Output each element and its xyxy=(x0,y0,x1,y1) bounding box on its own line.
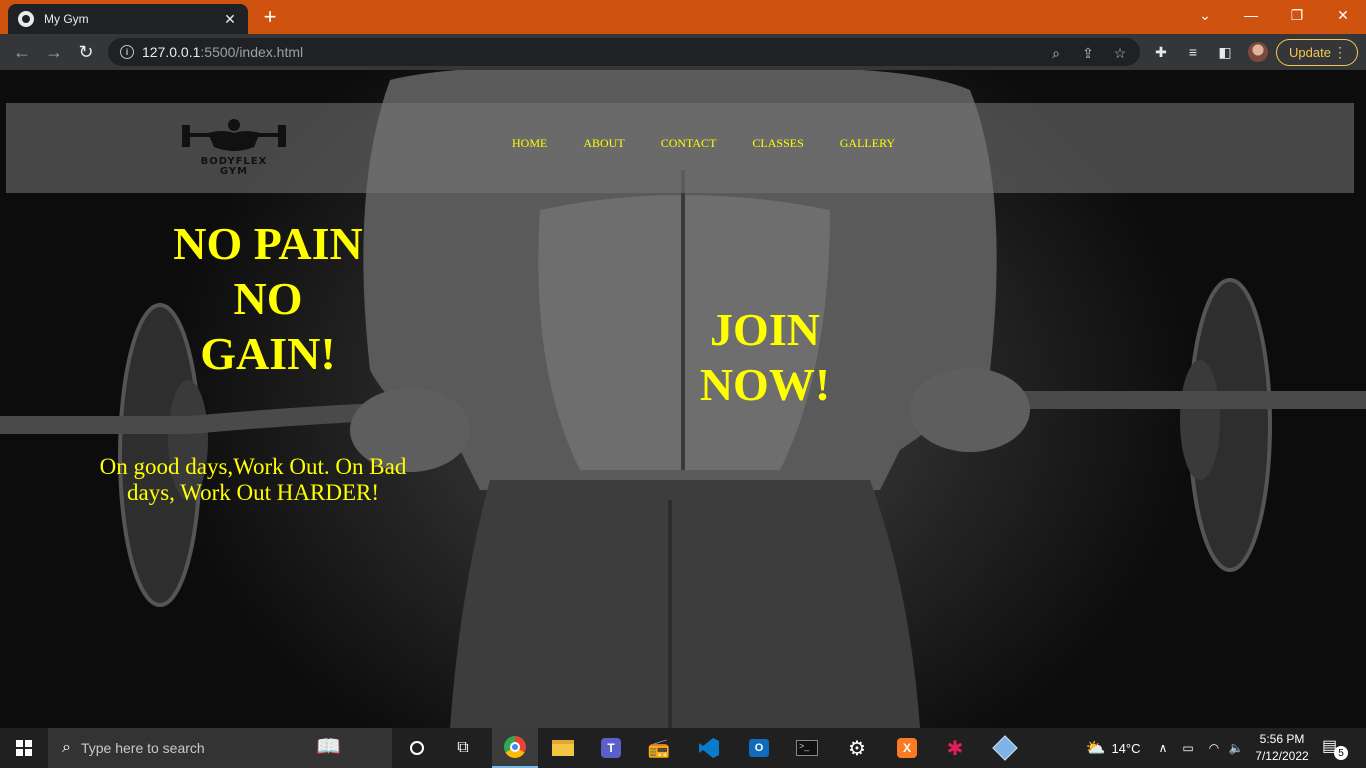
weather-cloud-sun-icon: ⛅ xyxy=(1085,740,1106,757)
browser-toolbar: ← → ↻ i 127.0.0.1:5500/index.html ⌕ ⇪ ☆ … xyxy=(0,34,1366,70)
gym-logo[interactable]: BODYFLEX GYM xyxy=(178,115,290,185)
radio-app-icon[interactable]: 📻 xyxy=(636,728,682,768)
slack-icon[interactable]: ✱ xyxy=(932,728,978,768)
search-icon: ⌕ xyxy=(62,739,71,756)
search-highlight-icon: 📖 xyxy=(316,736,341,758)
gym-hero-page: BODYFLEX GYM HOME ABOUT CONTACT CLASSES … xyxy=(0,70,1366,728)
nav-about-link[interactable]: ABOUT xyxy=(583,136,624,151)
site-info-icon[interactable]: i xyxy=(120,45,134,59)
search-placeholder: Type here to search xyxy=(80,740,205,756)
outlook-icon[interactable]: O xyxy=(736,728,782,768)
teams-icon[interactable]: T xyxy=(588,728,634,768)
browser-title-bar: My Gym ✕ + ⌄ — ❐ ✕ xyxy=(0,0,1366,34)
start-button[interactable] xyxy=(0,728,48,768)
tab-close-icon[interactable]: ✕ xyxy=(222,11,238,28)
reload-icon[interactable]: ↻ xyxy=(74,40,98,64)
vscode-icon[interactable] xyxy=(686,728,732,768)
globe-icon xyxy=(18,11,34,27)
update-label: Update xyxy=(1289,45,1331,60)
nav-home-link[interactable]: HOME xyxy=(512,136,547,151)
menu-dots-icon[interactable]: ⋮ xyxy=(1333,44,1347,60)
battery-icon[interactable]: ▭ xyxy=(1178,728,1198,768)
terminal-icon[interactable]: >_ xyxy=(784,728,830,768)
virtualbox-icon[interactable] xyxy=(982,728,1028,768)
site-navbar: BODYFLEX GYM HOME ABOUT CONTACT CLASSES … xyxy=(6,103,1354,193)
media-controls-icon[interactable]: ≡ xyxy=(1184,43,1202,61)
xampp-icon[interactable]: X xyxy=(884,728,930,768)
hero-slogan: NO PAIN NO GAIN! xyxy=(173,218,363,379)
notification-center-icon[interactable]: ▤ 5 xyxy=(1322,736,1348,760)
nav-links: HOME ABOUT CONTACT CLASSES GALLERY xyxy=(512,136,931,151)
close-window-button[interactable]: ✕ xyxy=(1320,0,1366,30)
taskbar-search[interactable]: ⌕ Type here to search 📖 xyxy=(48,728,392,768)
new-tab-button[interactable]: + xyxy=(258,5,282,29)
wifi-icon[interactable]: ◠ xyxy=(1204,728,1224,768)
notification-badge: 5 xyxy=(1334,746,1348,760)
nav-gallery-link[interactable]: GALLERY xyxy=(840,136,895,151)
back-icon[interactable]: ← xyxy=(10,40,34,64)
settings-gear-icon[interactable]: ⚙ xyxy=(834,728,880,768)
chrome-taskbar-icon[interactable] xyxy=(492,728,538,768)
volume-icon[interactable]: 🔈 xyxy=(1226,728,1246,768)
windows-taskbar: ⌕ Type here to search 📖 ⧉ T 📻 O >_ ⚙ X ✱… xyxy=(0,728,1366,768)
join-now-heading[interactable]: JOIN NOW! xyxy=(650,302,880,412)
logo-text: BODYFLEX GYM xyxy=(200,156,268,177)
show-hidden-icons-icon[interactable]: ∧ xyxy=(1154,728,1172,768)
minimize-button[interactable]: — xyxy=(1228,0,1274,30)
share-icon[interactable]: ⇪ xyxy=(1080,45,1096,61)
extensions-icon[interactable]: ✚ xyxy=(1152,43,1170,61)
cortana-icon[interactable] xyxy=(394,728,440,768)
weather-temp: 14°C xyxy=(1111,740,1141,756)
clock-date: 7/12/2022 xyxy=(1255,749,1309,763)
url-text: 127.0.0.1:5500/index.html xyxy=(142,44,304,60)
weather-widget[interactable]: ⛅ 14°C xyxy=(1080,728,1146,768)
browser-tab[interactable]: My Gym ✕ xyxy=(8,4,248,34)
windows-logo-icon xyxy=(16,740,32,756)
system-clock[interactable]: 5:56 PM 7/12/2022 xyxy=(1252,731,1312,765)
restore-button[interactable]: ❐ xyxy=(1274,0,1320,30)
nav-contact-link[interactable]: CONTACT xyxy=(661,136,717,151)
profile-avatar[interactable] xyxy=(1248,42,1268,62)
forward-icon[interactable]: → xyxy=(42,40,66,64)
bodybuilder-logo-icon xyxy=(182,119,286,151)
file-explorer-icon[interactable] xyxy=(540,728,586,768)
clock-time: 5:56 PM xyxy=(1259,732,1305,746)
address-bar[interactable]: i 127.0.0.1:5500/index.html ⌕ ⇪ ☆ xyxy=(108,38,1140,66)
hero-tagline: On good days,Work Out. On Bad days, Work… xyxy=(99,454,407,505)
bookmark-star-icon[interactable]: ☆ xyxy=(1112,45,1128,61)
nav-classes-link[interactable]: CLASSES xyxy=(752,136,803,151)
tab-search-icon[interactable]: ⌄ xyxy=(1182,0,1228,30)
task-view-icon[interactable]: ⧉ xyxy=(440,728,486,768)
update-button[interactable]: Update ⋮ xyxy=(1276,39,1358,66)
tab-title: My Gym xyxy=(44,12,89,26)
zoom-icon[interactable]: ⌕ xyxy=(1048,45,1064,61)
side-panel-icon[interactable]: ◧ xyxy=(1216,43,1234,61)
